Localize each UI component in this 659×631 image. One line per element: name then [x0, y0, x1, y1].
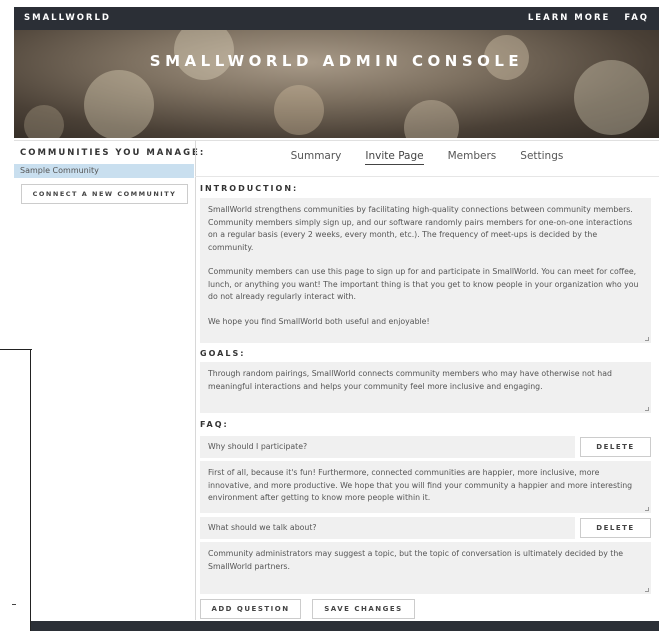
faq-label: FAQ:	[200, 420, 229, 429]
introduction-paragraph: SmallWorld strengthens communities by fa…	[208, 205, 633, 252]
tab-members[interactable]: Members	[448, 150, 497, 165]
hero-banner: SMALLWORLD ADMIN CONSOLE	[14, 30, 659, 138]
sidebar-heading: COMMUNITIES YOU MANAGE:	[20, 148, 206, 158]
introduction-label: INTRODUCTION:	[200, 184, 299, 193]
goals-textarea[interactable]: Through random pairings, SmallWorld conn…	[200, 362, 651, 413]
tab-settings[interactable]: Settings	[520, 150, 563, 165]
tab-bar: Summary Invite Page Members Settings	[195, 150, 659, 165]
hero-title: SMALLWORLD ADMIN CONSOLE	[149, 52, 524, 70]
add-question-button[interactable]: ADD QUESTION	[200, 599, 301, 619]
resize-handle-icon[interactable]	[645, 337, 649, 341]
navbar: SMALLWORLD LEARN MORE FAQ	[14, 7, 659, 30]
faq-question-field[interactable]: Why should I participate?	[200, 436, 575, 458]
tab-divider	[195, 176, 659, 177]
tab-summary[interactable]: Summary	[291, 150, 342, 165]
bokeh-light	[84, 70, 154, 138]
frame-line	[30, 349, 31, 631]
footer-bar	[30, 621, 659, 631]
nav-links: LEARN MORE FAQ	[528, 13, 649, 23]
delete-question-button[interactable]: DELETE	[580, 437, 651, 457]
introduction-textarea[interactable]: SmallWorld strengthens communities by fa…	[200, 198, 651, 343]
tab-invite-page[interactable]: Invite Page	[365, 150, 424, 165]
nav-faq-link[interactable]: FAQ	[624, 13, 649, 23]
bokeh-light	[574, 60, 649, 135]
faq-question-field[interactable]: What should we talk about?	[200, 517, 575, 539]
frame-tick	[12, 604, 16, 605]
goals-label: GOALS:	[200, 349, 246, 358]
content-divider	[14, 140, 659, 141]
introduction-paragraph: We hope you find SmallWorld both useful …	[208, 316, 430, 326]
bokeh-light	[274, 85, 324, 135]
nav-learn-more-link[interactable]: LEARN MORE	[528, 13, 610, 23]
delete-question-button[interactable]: DELETE	[580, 518, 651, 538]
resize-handle-icon[interactable]	[645, 407, 649, 411]
introduction-paragraph: Community members can use this page to s…	[208, 267, 639, 301]
resize-handle-icon[interactable]	[645, 507, 649, 511]
sidebar-divider	[195, 140, 196, 620]
bokeh-light	[24, 105, 64, 138]
faq-answer-field[interactable]: Community administrators may suggest a t…	[200, 542, 651, 594]
faq-answer-field[interactable]: First of all, because it's fun! Furtherm…	[200, 461, 651, 513]
sidebar-item-sample-community[interactable]: Sample Community	[14, 164, 194, 178]
top-strip	[0, 0, 659, 7]
brand-logo[interactable]: SMALLWORLD	[24, 13, 111, 23]
bokeh-light	[404, 100, 459, 138]
resize-handle-icon[interactable]	[645, 588, 649, 592]
save-changes-button[interactable]: SAVE CHANGES	[312, 599, 415, 619]
frame-line	[0, 349, 32, 350]
connect-community-button[interactable]: CONNECT A NEW COMMUNITY	[21, 184, 188, 204]
